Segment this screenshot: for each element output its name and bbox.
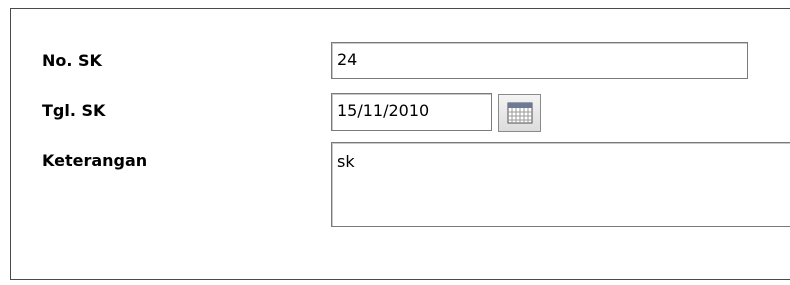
- keterangan-label: Keterangan: [42, 151, 148, 170]
- tgl-sk-input[interactable]: 15/11/2010: [331, 93, 492, 131]
- no-sk-input[interactable]: 24: [331, 42, 748, 79]
- calendar-icon: [507, 102, 532, 124]
- tgl-sk-label: Tgl. SK: [42, 101, 106, 120]
- keterangan-textarea[interactable]: sk: [331, 142, 790, 227]
- no-sk-label: No. SK: [42, 51, 102, 70]
- date-picker-button[interactable]: [498, 94, 541, 132]
